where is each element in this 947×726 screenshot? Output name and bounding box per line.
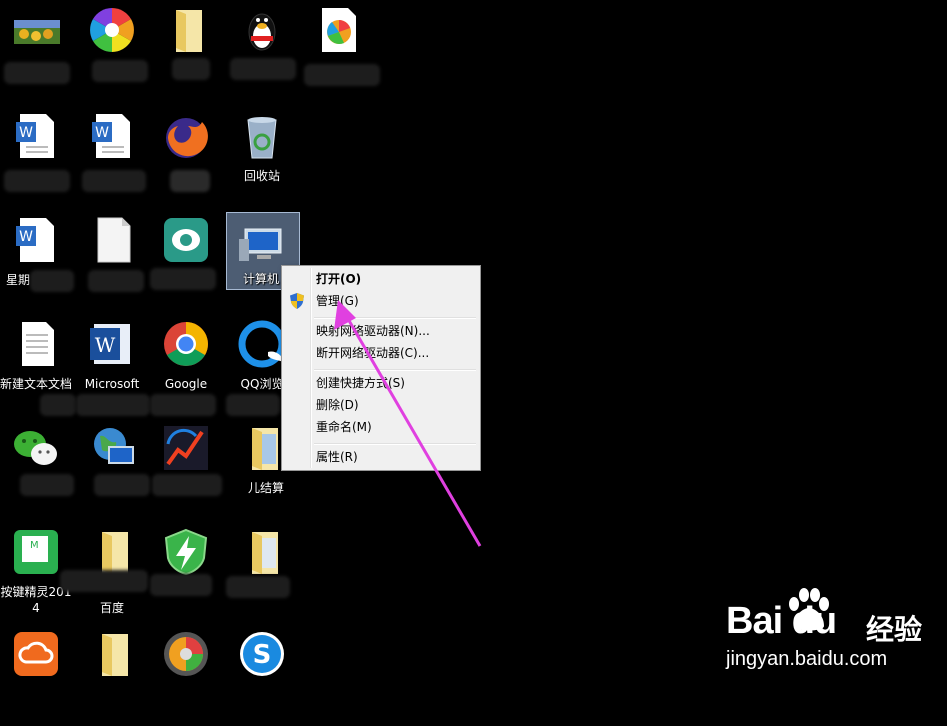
chrome-label: Google xyxy=(164,377,208,391)
svg-text:S: S xyxy=(253,640,272,670)
word-document-icon: W xyxy=(16,114,54,158)
desktop-icon-folder-docs[interactable] xyxy=(226,524,298,624)
watermark-url: jingyan.baidu.com xyxy=(726,648,888,670)
document-icon xyxy=(97,217,131,263)
cloud-icon xyxy=(14,632,58,676)
word-document-icon: W xyxy=(92,114,130,158)
recycle-bin-label: 回收站 xyxy=(243,169,280,183)
svg-text:M: M xyxy=(30,540,39,551)
chrome-icon xyxy=(164,322,208,366)
folder-icon xyxy=(102,634,128,676)
menu-separator xyxy=(314,443,476,445)
desktop-icon-stock-app[interactable] xyxy=(150,420,222,520)
wechat-icon xyxy=(14,431,57,465)
desktop-icon-photo-viewer[interactable] xyxy=(302,2,380,102)
desktop-icon-qq[interactable] xyxy=(226,2,298,102)
computer-icon xyxy=(239,228,282,261)
desktop-icon-color-wheel[interactable] xyxy=(150,626,222,726)
folder-icon xyxy=(102,532,128,574)
menu-separator xyxy=(314,369,476,371)
menu-item-delete[interactable]: 删除(D) xyxy=(284,394,478,416)
color-wheel-icon xyxy=(164,632,208,676)
desktop-icon-sogou[interactable]: S xyxy=(226,626,298,726)
desktop-icon-baidu-folder[interactable]: 百度 xyxy=(60,524,148,624)
folder-icon xyxy=(252,532,278,574)
jiesuan-label: 儿结算 xyxy=(248,481,285,495)
uac-shield-icon xyxy=(290,293,304,309)
desktop-icon-chrome[interactable]: Google xyxy=(150,316,222,416)
firefox-icon xyxy=(166,118,208,158)
keyjingling-icon: M xyxy=(14,530,58,574)
desktop-icon-cloud[interactable] xyxy=(0,626,72,726)
desktop-icon-wechat[interactable] xyxy=(0,420,74,520)
menu-item-disconnect-network-drive[interactable]: 断开网络驱动器(C)... xyxy=(284,342,478,364)
desktop-icon-recycle-bin[interactable]: 回收站 xyxy=(226,108,298,208)
photo-thumbnail-icon xyxy=(14,20,60,44)
ms-word-icon: W xyxy=(90,324,130,364)
eye-app-icon xyxy=(164,218,208,262)
desktop-icon-firefox[interactable] xyxy=(150,108,222,208)
menu-item-rename[interactable]: 重命名(M) xyxy=(284,416,478,438)
baidu-jingyan-watermark: Bai du 经验 jingyan.baidu.com xyxy=(726,588,926,678)
menu-item-manage[interactable]: 管理(G) xyxy=(284,290,478,312)
svg-text:W: W xyxy=(95,333,116,357)
desktop-icon-360-viewer[interactable] xyxy=(76,2,148,102)
desktop-icon-wps-doc-2[interactable]: W xyxy=(76,108,148,208)
text-document-icon xyxy=(22,322,54,366)
menu-item-map-network-drive[interactable]: 映射网络驱动器(N)... xyxy=(284,320,478,342)
menu-separator xyxy=(314,317,476,319)
ms-word-label: Microsoft xyxy=(84,377,140,391)
stock-chart-icon xyxy=(164,426,208,470)
desktop-icon-network[interactable] xyxy=(76,420,150,520)
folder-icon xyxy=(176,10,202,52)
desktop-icon-new-text-doc[interactable]: 新建文本文档 xyxy=(0,316,76,416)
sogou-icon: S xyxy=(240,632,284,676)
pinwheel-document-icon xyxy=(322,8,356,52)
new-text-doc-label: 新建文本文档 xyxy=(0,377,73,391)
baidu-folder-label: 百度 xyxy=(99,601,124,615)
folder-icon xyxy=(252,428,278,470)
watermark-brand: 经验 xyxy=(866,613,923,646)
svg-text:W: W xyxy=(19,125,33,141)
desktop-icon-security[interactable] xyxy=(150,524,222,624)
desktop-icon-folder-bottom[interactable] xyxy=(76,626,148,726)
watermark-logo-text: Bai du xyxy=(726,600,837,642)
pinwheel-icon xyxy=(90,8,134,52)
qq-penguin-icon xyxy=(248,13,276,51)
shield-bolt-icon xyxy=(164,528,208,576)
desktop-icon-ms-word[interactable]: W Microsoft xyxy=(76,316,150,416)
menu-item-properties[interactable]: 属性(R) xyxy=(284,446,478,468)
word-document-icon: W xyxy=(16,218,54,262)
menu-item-manage-label: 管理(G) xyxy=(316,294,359,308)
desktop-icon-photo[interactable] xyxy=(0,2,72,102)
desktop-icon-folder-1[interactable] xyxy=(150,2,222,102)
svg-text:W: W xyxy=(19,229,33,245)
recycle-bin-icon xyxy=(247,117,277,159)
menu-item-open[interactable]: 打开(O) xyxy=(284,268,478,290)
menu-item-create-shortcut[interactable]: 创建快捷方式(S) xyxy=(284,372,478,394)
svg-text:W: W xyxy=(95,125,109,141)
desktop-icon-eye-app[interactable] xyxy=(150,212,222,312)
desktop-icon-xingqi-doc[interactable]: W 星期 xyxy=(0,212,74,312)
desktop-icon-wps-doc-1[interactable]: W xyxy=(0,108,72,208)
desktop: W W 回收站 W 星期 计算机 新建文本文档 W Microsoft Goog… xyxy=(0,0,947,693)
context-menu: 打开(O) 管理(G) 映射网络驱动器(N)... 断开网络驱动器(C)... … xyxy=(281,265,481,471)
network-computer-icon xyxy=(94,428,134,464)
qq-browser-icon xyxy=(238,320,286,368)
desktop-icon-blank-doc[interactable] xyxy=(76,212,148,312)
